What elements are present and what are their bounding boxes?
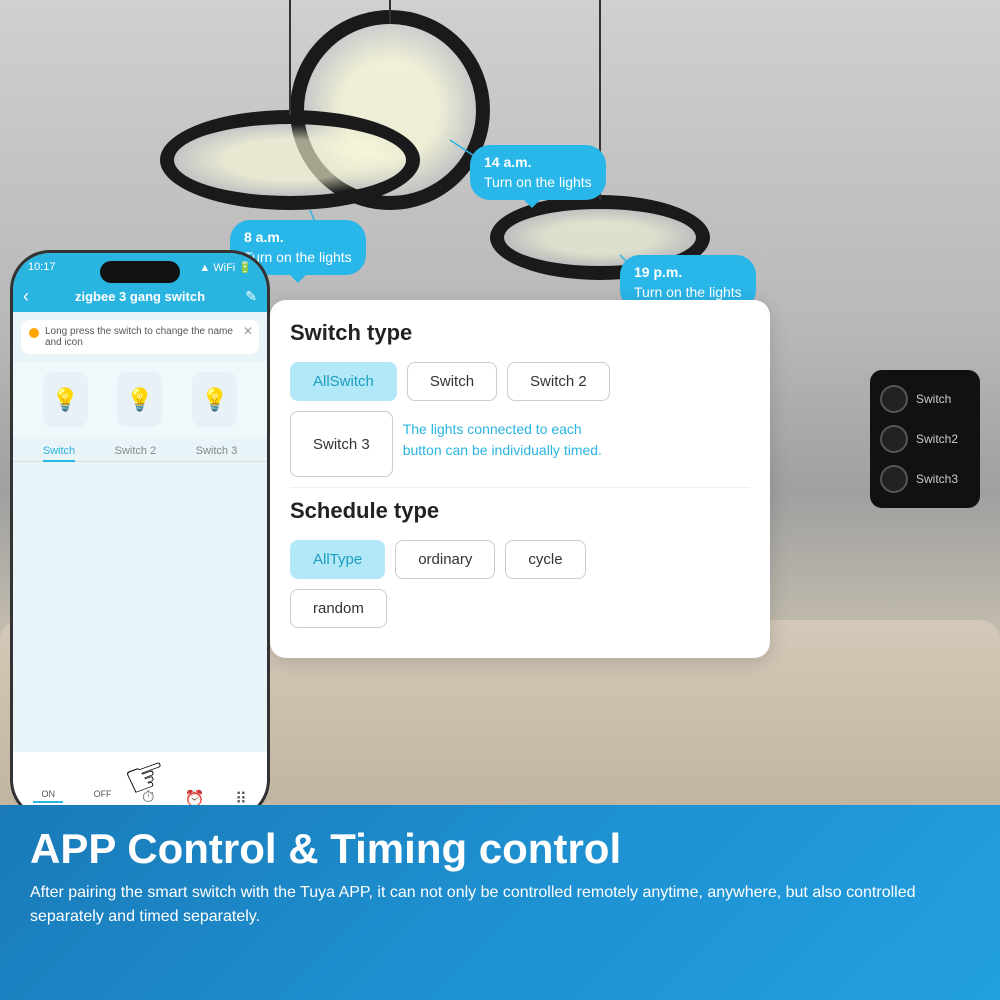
bubble-1-time: 8 a.m. bbox=[244, 228, 352, 248]
light-icon-2: 💡 bbox=[117, 372, 162, 427]
phone-tab-switch[interactable]: Switch bbox=[43, 445, 75, 461]
phone-lights-row: 💡 💡 💡 bbox=[13, 362, 267, 437]
nav-off-label: OFF bbox=[94, 789, 112, 799]
phone-screen: 10:17 ▲ WiFi 🔋 ‹ zigbee 3 gang switch ✎ … bbox=[13, 253, 267, 817]
banner-description: After pairing the smart switch with the … bbox=[30, 881, 970, 929]
phone-app-header: ‹ zigbee 3 gang switch ✎ bbox=[13, 281, 267, 312]
phone-tabs: Switch Switch 2 Switch 3 bbox=[13, 437, 267, 462]
smart-switch-device: Switch Switch2 Switch3 bbox=[870, 370, 980, 508]
pendant-light-2 bbox=[160, 110, 420, 210]
btn-allswitch[interactable]: AllSwitch bbox=[290, 362, 397, 401]
switch-device-btn-3[interactable]: Switch3 bbox=[880, 465, 970, 493]
btn-switch3[interactable]: Switch 3 bbox=[290, 411, 393, 477]
bubble-2-text: Turn on the lights bbox=[484, 173, 592, 193]
switch-type-title: Switch type bbox=[290, 320, 750, 346]
wire-1 bbox=[389, 0, 391, 24]
btn-ordinary[interactable]: ordinary bbox=[395, 540, 495, 579]
phone-mockup: 10:17 ▲ WiFi 🔋 ‹ zigbee 3 gang switch ✎ … bbox=[10, 250, 270, 820]
switch-device-label-3: Switch3 bbox=[916, 472, 958, 486]
phone-light-3[interactable]: 💡 bbox=[192, 372, 237, 427]
switch-circle-2 bbox=[880, 425, 908, 453]
bubble-2-time: 14 a.m. bbox=[484, 153, 592, 173]
btn-random[interactable]: random bbox=[290, 589, 387, 628]
switch-panel: Switch type AllSwitch Switch Switch 2 Sw… bbox=[270, 300, 770, 658]
switch-device-label-1: Switch bbox=[916, 392, 951, 406]
section-divider bbox=[290, 487, 750, 488]
light-icon-3: 💡 bbox=[192, 372, 237, 427]
phone-light-1[interactable]: 💡 bbox=[43, 372, 88, 427]
phone-notification: Long press the switch to change the name… bbox=[21, 320, 259, 354]
phone-tab-switch3[interactable]: Switch 3 bbox=[196, 445, 238, 461]
phone-edit-button[interactable]: ✎ bbox=[245, 288, 257, 305]
banner-title: APP Control & Timing control bbox=[30, 825, 970, 873]
phone-header-title: zigbee 3 gang switch bbox=[75, 289, 205, 304]
btn-switch1[interactable]: Switch bbox=[407, 362, 497, 401]
btn-switch2[interactable]: Switch 2 bbox=[507, 362, 610, 401]
nav-on-label: ON bbox=[41, 789, 55, 799]
switch-device-btn-1[interactable]: Switch bbox=[880, 385, 970, 413]
switch-info-text: The lights connected to eachbutton can b… bbox=[403, 419, 602, 461]
schedule-type-buttons: AllType ordinary cycle bbox=[290, 540, 750, 579]
switch-device-label-2: Switch2 bbox=[916, 432, 958, 446]
switch-type-row2: Switch 3 The lights connected to eachbut… bbox=[290, 411, 750, 477]
schedule-type-title: Schedule type bbox=[290, 498, 750, 524]
light-icon-1: 💡 bbox=[43, 372, 88, 427]
phone-light-2[interactable]: 💡 bbox=[117, 372, 162, 427]
wire-2 bbox=[289, 0, 291, 115]
phone-notch bbox=[100, 261, 180, 283]
schedule-type-row2: random bbox=[290, 589, 750, 628]
phone-body: 10:17 ▲ WiFi 🔋 ‹ zigbee 3 gang switch ✎ … bbox=[10, 250, 270, 820]
bubble-3-time: 19 p.m. bbox=[634, 263, 742, 283]
time-bubble-2: 14 a.m. Turn on the lights bbox=[470, 145, 606, 200]
bottom-banner: APP Control & Timing control After pairi… bbox=[0, 805, 1000, 1000]
switch-circle-1 bbox=[880, 385, 908, 413]
notif-text: Long press the switch to change the name… bbox=[45, 326, 251, 348]
phone-time: 10:17 bbox=[28, 261, 56, 273]
switch-type-buttons: AllSwitch Switch Switch 2 bbox=[290, 362, 750, 401]
phone-back-button[interactable]: ‹ bbox=[23, 286, 29, 307]
switch-circle-3 bbox=[880, 465, 908, 493]
phone-tab-switch2[interactable]: Switch 2 bbox=[115, 445, 157, 461]
notif-close-button[interactable]: ✕ bbox=[243, 324, 253, 338]
btn-cycle[interactable]: cycle bbox=[505, 540, 585, 579]
notif-dot bbox=[29, 328, 39, 338]
phone-status-icons: ▲ WiFi 🔋 bbox=[199, 261, 252, 274]
switch-device-btn-2[interactable]: Switch2 bbox=[880, 425, 970, 453]
btn-alltype[interactable]: AllType bbox=[290, 540, 385, 579]
